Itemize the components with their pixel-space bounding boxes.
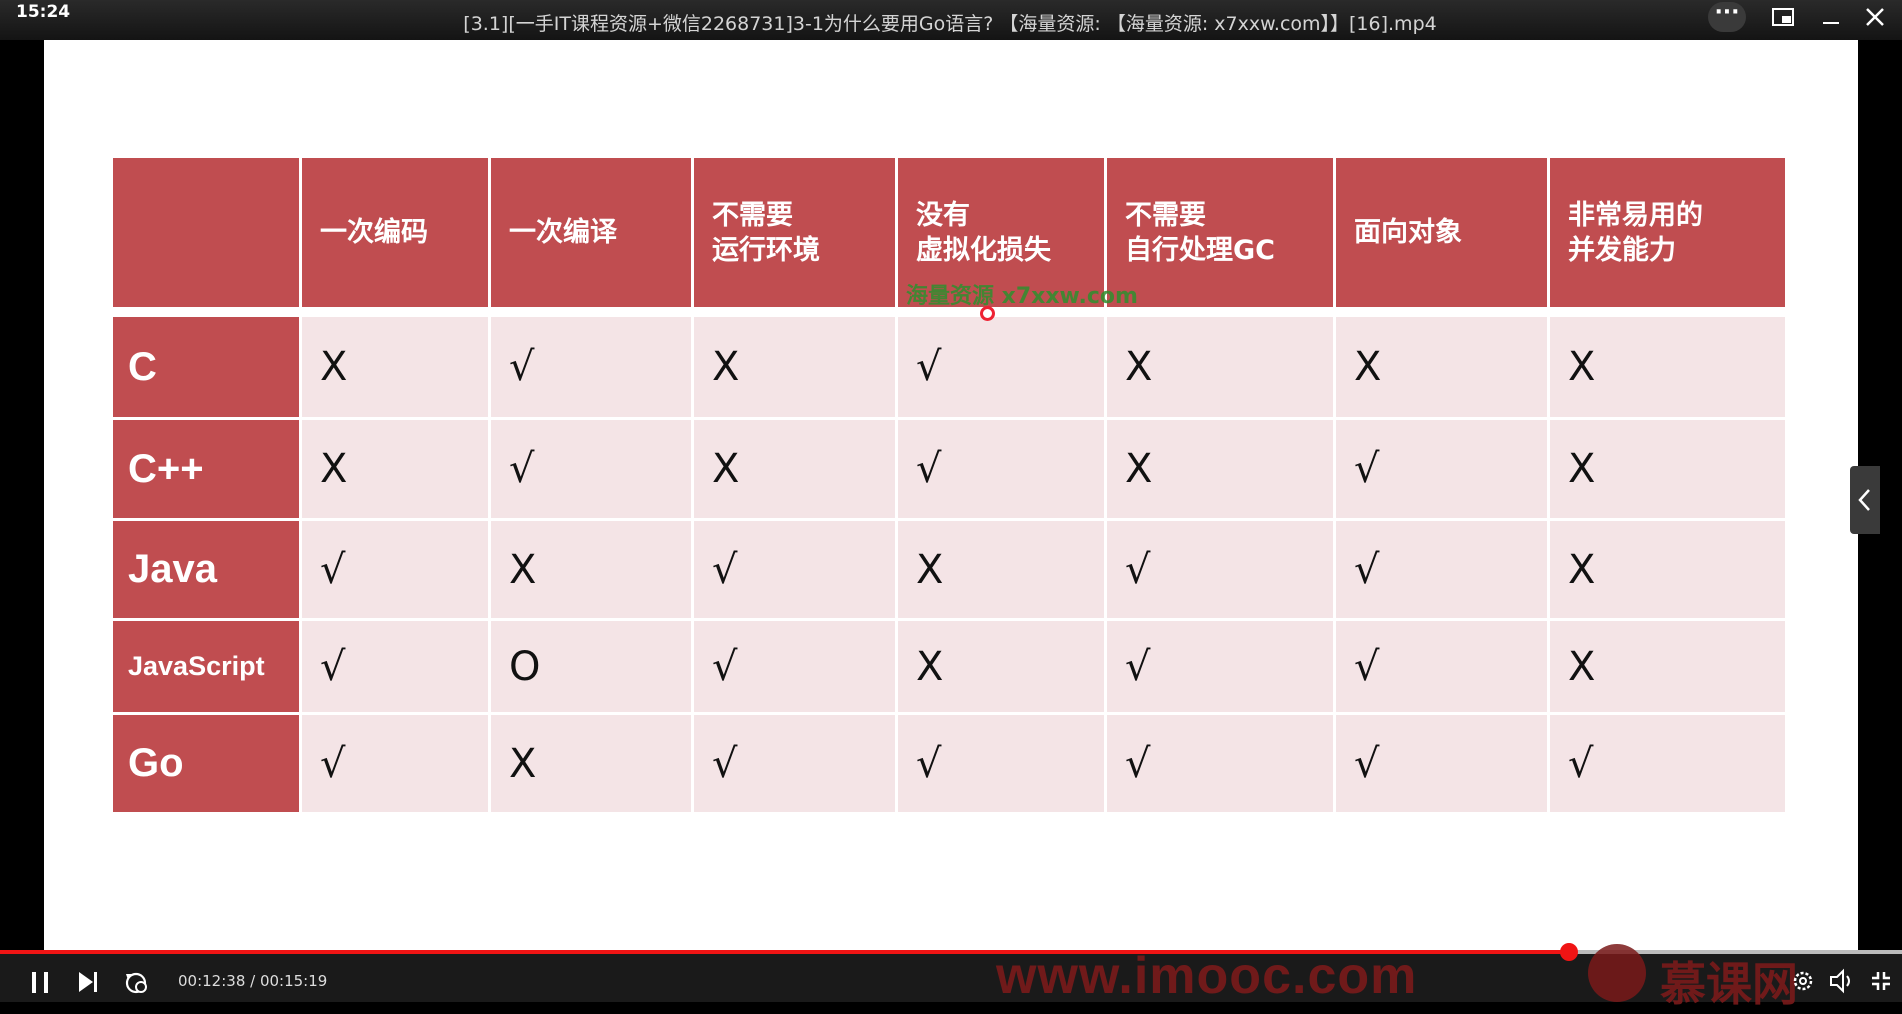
table-cell: √ [1336,420,1547,518]
table-cell: X [1550,420,1785,518]
brand-watermark-url: www.imooc.com [996,947,1418,1005]
fullscreen-exit-icon[interactable] [1868,968,1894,994]
table-cell: √ [1107,521,1333,618]
table-cell: X [898,621,1104,712]
more-icon[interactable]: ··· [1708,2,1746,32]
loop-icon[interactable] [122,968,152,996]
settings-icon[interactable] [1790,968,1816,994]
column-header: 不需要 自行处理GC [1107,158,1333,307]
table-cell: √ [694,715,895,812]
table-cell: O [491,621,691,712]
comparison-table: 一次编码 一次编译 不需要 运行环境 没有 虚拟化损失 不需要 自行处理GC 面向对象 非常… [113,158,1788,815]
table-cell: X [302,420,488,518]
table-cell: √ [302,621,488,712]
table-cell: √ [302,521,488,618]
table-cell: X [898,521,1104,618]
table-cell: √ [898,317,1104,417]
time-display: 00:12:38 / 00:15:19 [178,972,328,990]
cursor-dot [980,306,995,321]
row-header-language: Java [113,521,299,618]
table-cell: X [694,420,895,518]
column-header: 面向对象 [1336,158,1547,307]
table-cell: X [1550,317,1785,417]
collapse-panel-icon [1858,489,1870,511]
pip-icon[interactable] [1770,4,1796,30]
watermark: 海量资源 x7xxw.com [906,284,1138,309]
next-icon[interactable] [74,968,102,996]
progress-handle[interactable] [1560,943,1578,961]
table-cell: √ [1336,521,1547,618]
side-panel-toggle[interactable] [1850,466,1880,534]
table-cell: √ [898,420,1104,518]
pause-icon[interactable] [26,968,54,996]
table-cell: √ [898,715,1104,812]
table-cell: X [1107,317,1333,417]
table-cell: √ [1550,715,1785,812]
table-cell: √ [1107,621,1333,712]
table-cell: X [1550,621,1785,712]
table-cell: X [1107,420,1333,518]
table-cell: X [491,715,691,812]
column-header: 不需要 运行环境 [694,158,895,307]
table-cell: X [1550,521,1785,618]
volume-icon[interactable] [1828,968,1856,994]
row-header-language: JavaScript [113,621,299,712]
column-header: 一次编码 [302,158,488,307]
table-cell: X [1336,317,1547,417]
table-cell: √ [302,715,488,812]
table-cell: X [694,317,895,417]
clock: 15:24 [16,2,71,22]
table-cell: √ [491,420,691,518]
row-header-language: C++ [113,420,299,518]
row-header-language: Go [113,715,299,812]
table-cell: √ [694,521,895,618]
table-cell: √ [694,621,895,712]
table-cell: √ [491,317,691,417]
column-header: 非常易用的 并发能力 [1550,158,1785,307]
table-cell: √ [1336,621,1547,712]
table-cell: √ [1107,715,1333,812]
video-title: [3.1][一手IT课程资源+微信2268731]3-1为什么要用Go语言? 【… [463,13,1437,35]
table-cell: X [491,521,691,618]
table-cell: √ [1336,715,1547,812]
minimize-icon[interactable] [1818,4,1844,30]
column-header: 一次编译 [491,158,691,307]
video-frame[interactable]: 一次编码 一次编译 不需要 运行环境 没有 虚拟化损失 不需要 自行处理GC 面向对象 非常… [44,40,1858,952]
header-corner [113,158,299,307]
table-cell: X [302,317,488,417]
close-icon[interactable] [1862,4,1888,30]
row-header-language: C [113,317,299,417]
brand-logo-icon [1588,944,1646,1002]
brand-watermark-name: 慕课网 [1660,957,1798,1011]
title-bar: 15:24 [3.1][一手IT课程资源+微信2268731]3-1为什么要用G… [0,0,1902,40]
